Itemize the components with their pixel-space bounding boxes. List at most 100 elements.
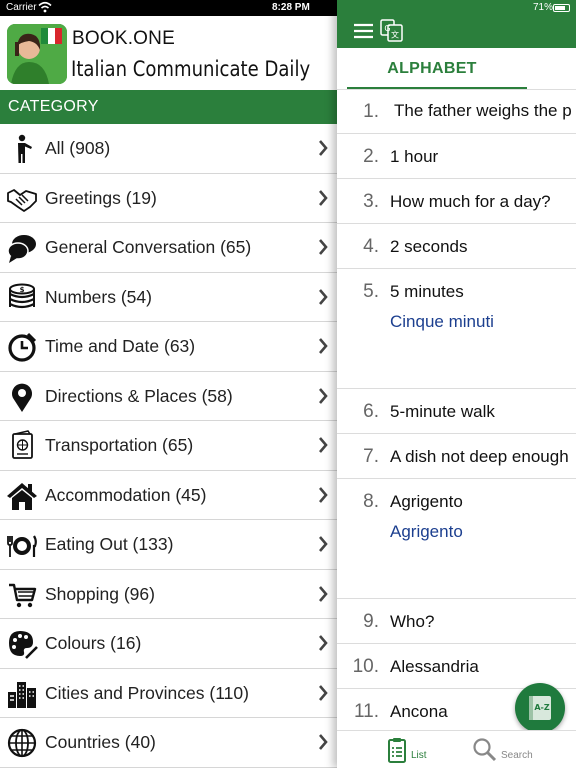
phrase-translation: Agrigento [390, 522, 463, 541]
category-label: Countries (40) [45, 732, 156, 752]
battery-icon [553, 4, 570, 12]
brand-name: BOOK.ONE [72, 28, 175, 49]
phrase-list: 1. The father weighs the p 2. 1 hour 3. … [337, 90, 576, 734]
phrase-text: Who? [390, 612, 435, 631]
search-icon [473, 738, 497, 762]
category-item-time-and-date[interactable]: Time and Date (63) [0, 322, 337, 372]
category-header: CATEGORY [0, 90, 337, 124]
phrase-text: How much for a day? [390, 192, 551, 211]
category-label: General Conversation (65) [45, 237, 252, 257]
phrase-row[interactable]: 3. How much for a day? [337, 179, 576, 224]
phrase-row[interactable]: 4. 2 seconds [337, 224, 576, 269]
category-item-eating-out[interactable]: Eating Out (133) [0, 520, 337, 570]
phrase-number: 6. [363, 401, 379, 422]
chevron-right-icon [319, 734, 328, 750]
chevron-right-icon [319, 288, 328, 305]
category-item-all[interactable]: All (908) [0, 124, 337, 174]
category-label: All (908) [45, 138, 111, 158]
category-item-countries[interactable]: Countries (40) [0, 718, 337, 768]
phrase-number: 3. [363, 191, 379, 212]
phrase-row[interactable]: 6. 5-minute walk [337, 389, 576, 434]
category-label: Time and Date (63) [45, 336, 196, 356]
category-label: Colours (16) [45, 633, 142, 653]
phrase-text: 1 hour [390, 147, 439, 166]
phrase-text: A dish not deep enough [390, 447, 569, 466]
category-item-greetings[interactable]: Greetings (19) [0, 174, 337, 223]
category-label: Eating Out (133) [45, 534, 174, 554]
chevron-right-icon [319, 387, 328, 404]
list-clipboard-icon [388, 738, 406, 763]
phrase-row[interactable]: 7. A dish not deep enough [337, 434, 576, 479]
fab-label: A-Z [534, 703, 550, 712]
tab-list[interactable]: List [385, 737, 455, 767]
az-book-icon: A-Z [529, 696, 551, 720]
chevron-right-icon [319, 239, 328, 255]
category-item-colours[interactable]: Colours (16) [0, 619, 337, 669]
phrase-panel: 71% G 文 ALPHABET 1. The father weighs th… [337, 0, 576, 768]
tab-search[interactable]: Search [470, 737, 550, 767]
category-item-shopping[interactable]: Shopping (96) [0, 570, 337, 619]
tab-alphabet[interactable]: ALPHABET [337, 48, 527, 90]
app-header: BOOK.ONE Italian Communicate Daily [0, 16, 337, 90]
phrase-number: 9. [363, 611, 379, 632]
phrase-number: 10. [352, 656, 379, 677]
app-logo [7, 24, 67, 84]
phrase-number: 4. [363, 236, 379, 257]
category-label: Accommodation (45) [45, 484, 207, 505]
phrase-text: The father weighs the p [394, 101, 572, 120]
phrase-text: 2 seconds [390, 237, 468, 256]
carrier-label: Carrier [6, 2, 37, 13]
map-pin-icon [11, 383, 32, 412]
category-item-general-conversation[interactable]: General Conversation (65) [0, 223, 337, 273]
category-list: All (908) Greetings (19) General Convers… [0, 124, 337, 768]
phrase-row[interactable]: 9. Who? [337, 599, 576, 644]
svg-text:文: 文 [391, 30, 399, 40]
phrase-text: Ancona [390, 702, 448, 721]
status-bar: Carrier 8:28 PM [0, 0, 337, 16]
phrase-number: 5. [363, 281, 379, 302]
shopping-cart-icon [9, 583, 37, 607]
category-item-transportation[interactable]: Transportation (65) [0, 421, 337, 471]
app-subtitle: Italian Communicate Daily [71, 57, 311, 81]
phrase-row-expanded[interactable]: 8. Agrigento Agrigento [337, 479, 576, 599]
phrase-text: Agrigento [390, 492, 463, 511]
chevron-right-icon [319, 437, 328, 453]
category-item-directions-places[interactable]: Directions & Places (58) [0, 372, 337, 421]
phrase-row[interactable]: 1. The father weighs the p [337, 90, 576, 134]
phrase-text: 5-minute walk [390, 402, 495, 421]
category-item-numbers[interactable]: $ Numbers (54) [0, 273, 337, 322]
coins-icon: $ [9, 283, 35, 308]
chevron-right-icon [319, 536, 328, 552]
house-icon [7, 482, 37, 510]
alphabet-index-button[interactable]: A-Z [515, 683, 565, 733]
category-panel: Carrier 8:28 PM BOOK.ONE Italian Communi… [0, 0, 337, 768]
tab-search-label: Search [501, 750, 533, 761]
wifi-icon [38, 1, 52, 13]
category-item-cities-provinces[interactable]: Cities and Provinces (110) [0, 669, 337, 718]
chevron-right-icon [319, 338, 328, 354]
phrase-number: 1. [363, 101, 379, 122]
chevron-right-icon [319, 635, 328, 651]
chevron-right-icon [319, 140, 328, 156]
phrase-text: 5 minutes [390, 282, 464, 301]
category-label: Directions & Places (58) [45, 385, 233, 406]
category-item-accommodation[interactable]: Accommodation (45) [0, 471, 337, 520]
category-label: Transportation (65) [45, 435, 194, 455]
category-label: Shopping (96) [45, 583, 155, 604]
right-nav-bar: 71% G 文 [337, 0, 576, 48]
phrase-row[interactable]: 2. 1 hour [337, 134, 576, 179]
svg-text:$: $ [20, 286, 25, 294]
plate-cutlery-icon [7, 535, 37, 557]
phrase-number: 2. [363, 146, 379, 167]
phrase-number: 7. [363, 446, 379, 467]
tab-bar: ALPHABET [337, 48, 576, 90]
person-pointing-icon [18, 134, 32, 163]
phrase-row-expanded[interactable]: 5. 5 minutes Cinque minuti [337, 269, 576, 389]
palette-icon [9, 631, 38, 659]
menu-icon[interactable] [354, 23, 373, 39]
category-label: Cities and Provinces (110) [45, 682, 249, 703]
translate-icon[interactable]: G 文 [380, 19, 403, 42]
chat-bubbles-icon [7, 235, 36, 263]
chevron-right-icon [319, 585, 328, 602]
globe-icon [7, 728, 37, 758]
